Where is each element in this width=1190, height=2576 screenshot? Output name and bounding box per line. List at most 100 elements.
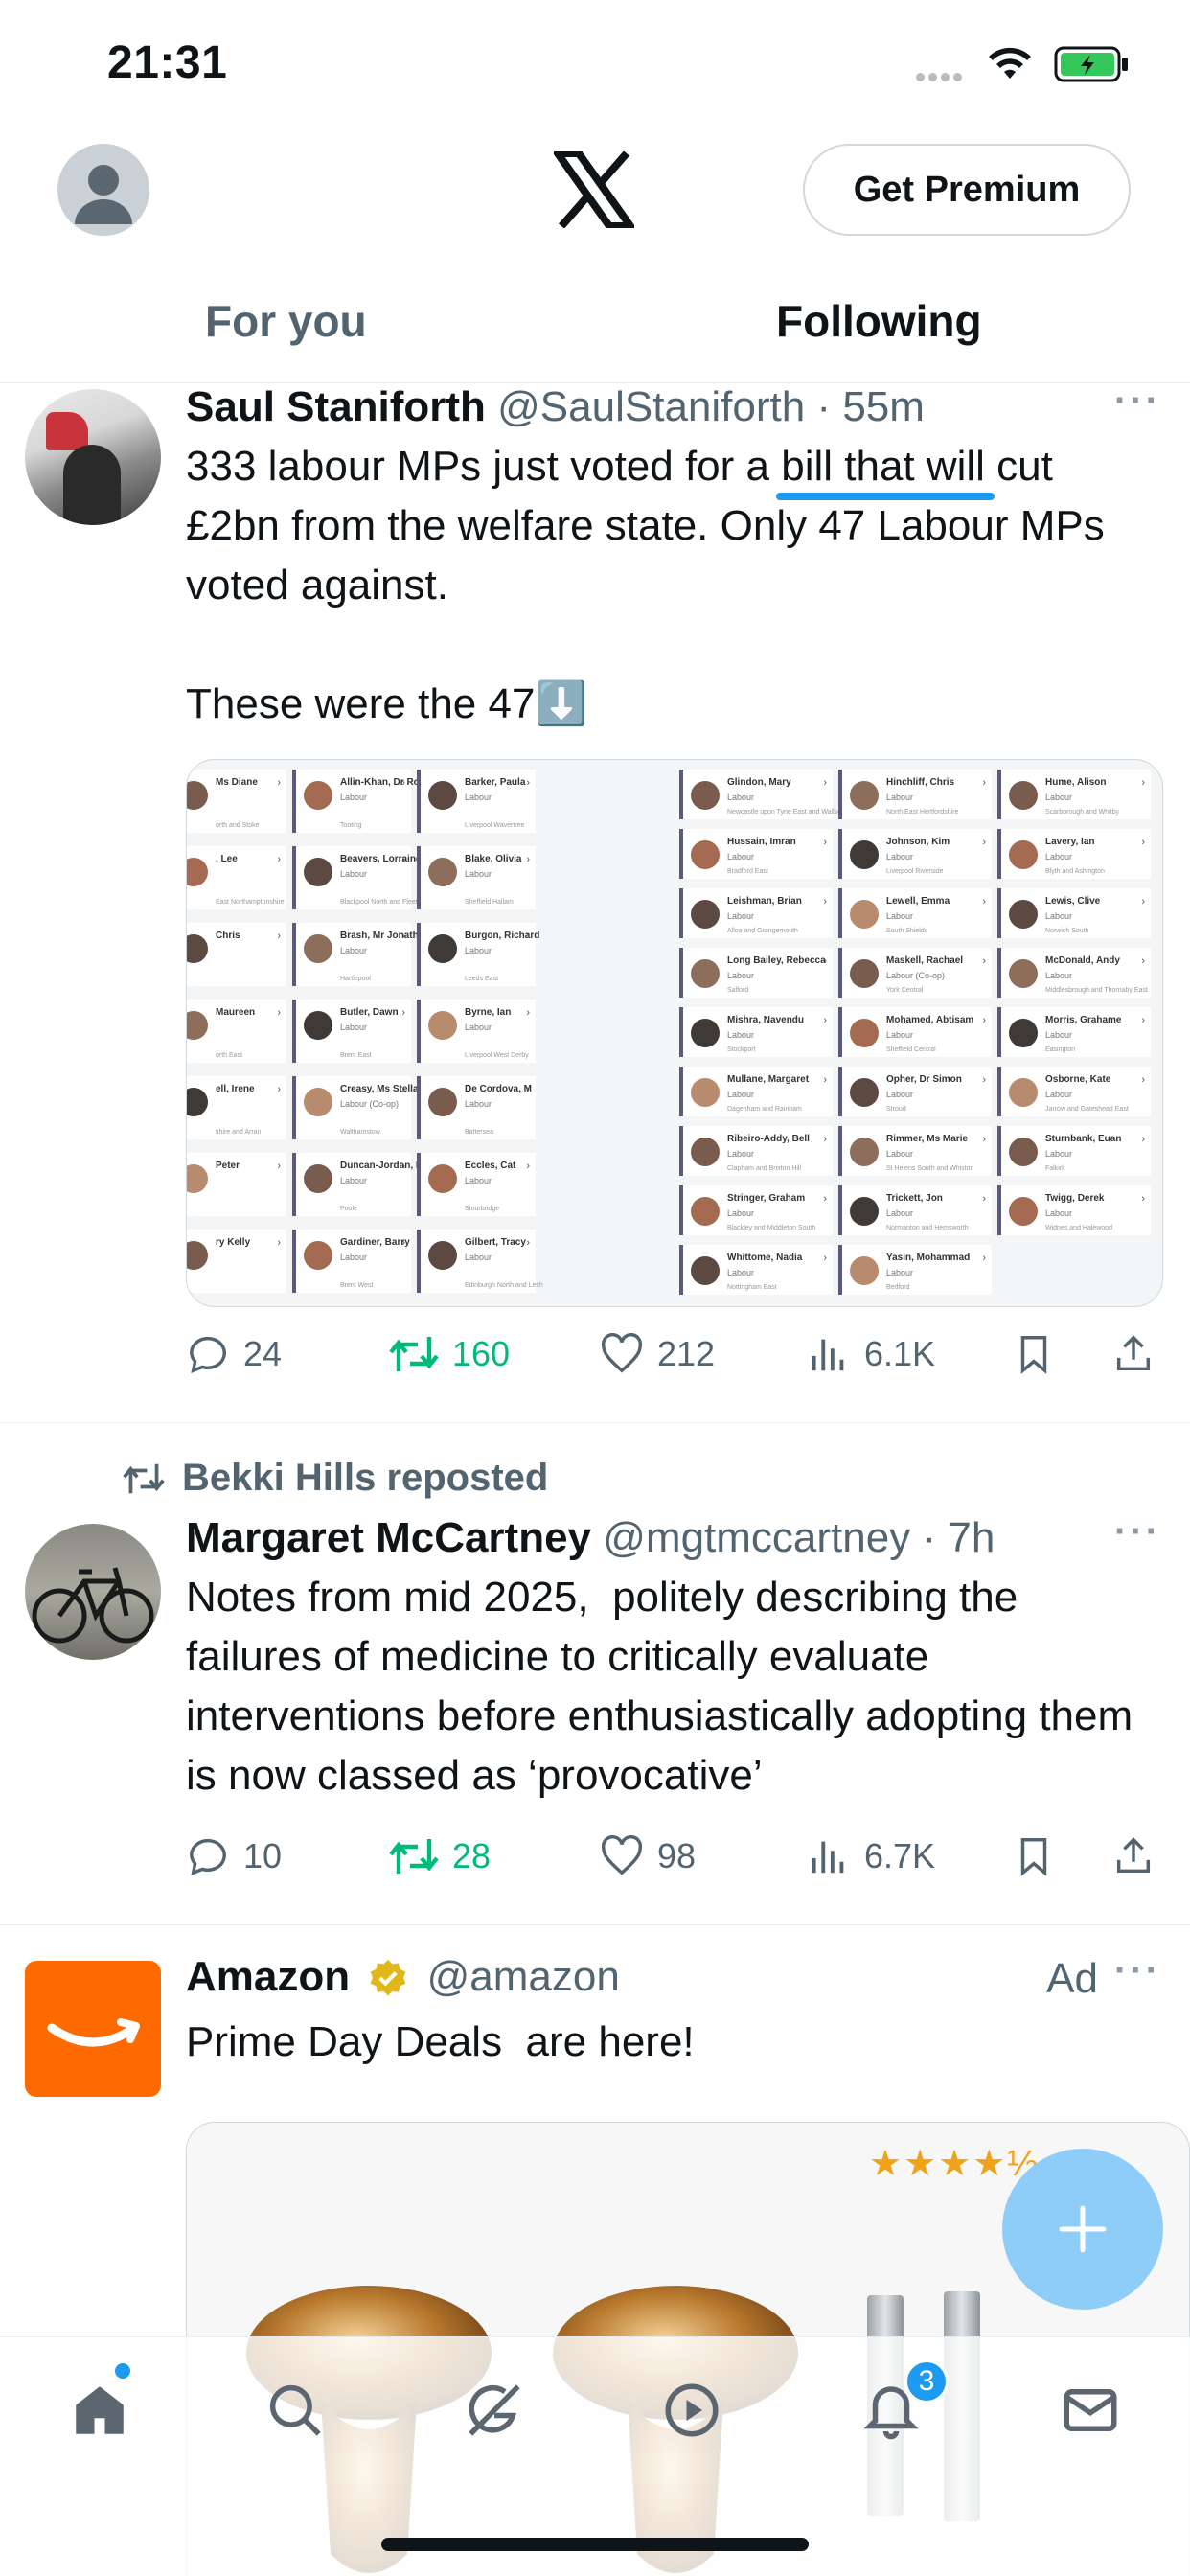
mp-name: Hinchliff, Chris <box>886 777 955 788</box>
chevron-right-icon: › <box>401 777 405 789</box>
like-button[interactable]: 212 <box>600 1332 715 1376</box>
mp-card: Johnson, Kim Labour Liverpool Riverside › <box>838 829 992 879</box>
chevron-right-icon: › <box>277 1007 281 1019</box>
mp-constituency: Newcastle upon Tyne East and Wallsend <box>727 809 849 816</box>
reply-button[interactable]: 24 <box>186 1332 282 1376</box>
signal-icon <box>916 69 966 86</box>
mp-name: Osborne, Kate <box>1045 1074 1111 1085</box>
repost-button[interactable]: 160 <box>389 1332 510 1376</box>
mp-constituency: Clapham and Brixton Hill <box>727 1165 802 1172</box>
mp-name: Trickett, Jon <box>886 1193 943 1204</box>
compose-post-button[interactable] <box>1002 2149 1163 2310</box>
get-premium-button[interactable]: Get Premium <box>803 144 1131 236</box>
share-icon <box>1116 1335 1151 1371</box>
chevron-right-icon: › <box>1141 896 1145 908</box>
mp-party: Labour <box>465 1023 492 1032</box>
mp-constituency: Liverpool West Derby <box>465 1052 529 1059</box>
author-name[interactable]: Saul Staniforth <box>186 383 486 430</box>
author-avatar[interactable] <box>25 389 161 525</box>
mp-list-left: Ms Diane orth and Stoke › , Lee East Northam… <box>187 760 674 1306</box>
mp-photo <box>850 781 879 810</box>
chevron-right-icon: › <box>823 1074 827 1086</box>
bookmark-button[interactable] <box>1012 1332 1069 1376</box>
more-options-icon[interactable]: ··· <box>1114 1949 1161 1992</box>
status-time: 21:31 <box>107 37 228 88</box>
chevron-right-icon: › <box>526 1007 530 1019</box>
mp-party: Labour <box>1045 971 1073 980</box>
mp-name: Lavery, Ian <box>1045 837 1095 847</box>
like-button[interactable]: 98 <box>600 1834 696 1878</box>
mp-constituency: orth East <box>216 1052 243 1059</box>
mp-constituency: Stourbridge <box>465 1206 500 1212</box>
share-button[interactable] <box>1111 1332 1169 1376</box>
tab-for-you[interactable]: For you <box>205 270 367 383</box>
more-options-icon[interactable]: ··· <box>1114 380 1161 423</box>
mp-party: Labour <box>727 911 755 921</box>
chevron-right-icon: › <box>277 931 281 942</box>
author-avatar[interactable] <box>25 1524 161 1660</box>
nav-messages[interactable] <box>1052 2372 1129 2449</box>
tab-following[interactable]: Following <box>776 270 982 383</box>
profile-avatar[interactable] <box>57 144 149 236</box>
views-button[interactable]: 6.1K <box>807 1332 935 1376</box>
view-count: 6.7K <box>864 1836 936 1875</box>
mp-photo <box>850 1138 879 1166</box>
tweet[interactable]: Saul Staniforth @SaulStaniforth · 55m ··… <box>0 380 1190 1422</box>
mp-photo <box>304 934 332 963</box>
plus-icon <box>1059 2205 1107 2253</box>
author-name[interactable]: Margaret McCartney <box>186 1514 591 1561</box>
mp-party: Labour <box>727 1208 755 1218</box>
chevron-right-icon: › <box>526 1084 530 1095</box>
mp-photo <box>428 1011 457 1040</box>
more-options-icon[interactable]: ··· <box>1114 1510 1161 1553</box>
nav-video[interactable] <box>653 2372 730 2449</box>
author-name[interactable]: Amazon <box>186 1953 350 2000</box>
wifi-icon <box>989 47 1031 79</box>
tweet[interactable]: Bekki Hills reposted Margaret McCartney … <box>0 1422 1190 1924</box>
nav-grok[interactable] <box>456 2372 533 2449</box>
repost-button[interactable]: 28 <box>389 1834 491 1878</box>
mp-photo <box>1009 1078 1038 1107</box>
mp-card: Blake, Olivia Labour Sheffield Hallam › <box>417 846 536 909</box>
mp-party: Labour <box>340 946 368 955</box>
chevron-right-icon: › <box>982 837 986 848</box>
mp-constituency: shire and Arran <box>216 1129 262 1136</box>
amazon-logo[interactable] <box>25 1961 161 2097</box>
views-icon <box>812 1339 844 1371</box>
mp-constituency: Stockport <box>727 1046 756 1053</box>
mp-party: Labour <box>886 1268 914 1277</box>
nav-search[interactable] <box>257 2372 333 2449</box>
views-button[interactable]: 6.7K <box>807 1834 935 1878</box>
chevron-right-icon: › <box>823 955 827 967</box>
verified-gold-icon <box>371 1960 406 1996</box>
chevron-right-icon: › <box>982 1074 986 1086</box>
mp-name: Lewis, Clive <box>1045 896 1101 907</box>
mp-card: Yasin, Mohammad Labour Bedford › <box>838 1245 992 1295</box>
nav-home[interactable] <box>61 2372 138 2449</box>
bookmark-icon <box>1020 1336 1047 1374</box>
bookmark-button[interactable] <box>1012 1834 1069 1878</box>
mp-name: Gilbert, Tracy <box>465 1237 526 1248</box>
chevron-right-icon: › <box>823 1193 827 1205</box>
mp-name: Byrne, Ian <box>465 1007 512 1018</box>
author-handle[interactable]: @amazon <box>427 1953 620 2000</box>
mp-photo <box>187 781 208 810</box>
home-unread-dot <box>115 2363 130 2379</box>
mp-constituency: Nottingham East <box>727 1284 777 1291</box>
mp-constituency: Battersea <box>465 1129 493 1136</box>
chevron-right-icon: › <box>823 777 827 789</box>
tweet-media-image[interactable]: Ms Diane orth and Stoke › , Lee East Northam… <box>186 759 1163 1307</box>
mp-card: Morris, Grahame Labour Easington › <box>997 1007 1151 1057</box>
reply-button[interactable]: 10 <box>186 1834 282 1878</box>
mp-photo <box>850 1256 879 1285</box>
x-logo-icon[interactable] <box>554 151 634 228</box>
mp-card: Butler, Dawn Labour Brent East › <box>292 1000 411 1063</box>
mp-card: Beavers, Lorraine Labour Blackpool North a… <box>292 846 433 909</box>
repost-context[interactable]: Bekki Hills reposted <box>123 1457 548 1500</box>
status-bar: 21:31 <box>0 0 1190 125</box>
mp-card: Barker, Paula Labour Liverpool Wavertree › <box>417 770 536 833</box>
author-handle[interactable]: @mgtmccartney <box>603 1514 910 1561</box>
author-handle[interactable]: @SaulStaniforth <box>497 383 805 430</box>
share-button[interactable] <box>1111 1834 1169 1878</box>
mp-name: Ms Diane <box>216 777 258 788</box>
